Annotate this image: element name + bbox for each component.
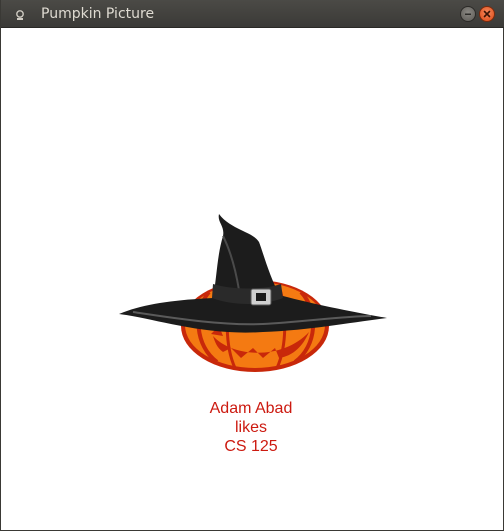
drawing-canvas: Adam Abad likes CS 125 (1, 28, 503, 530)
app-icon (14, 8, 26, 20)
witch-hat (119, 214, 387, 333)
minimize-icon (465, 13, 471, 15)
window-title: Pumpkin Picture (41, 6, 155, 22)
caption-line-name: Adam Abad (209, 400, 293, 417)
caption: Adam Abad likes CS 125 (151, 399, 351, 456)
close-icon (483, 10, 491, 18)
pumpkin-picture (119, 214, 387, 372)
minimize-button[interactable] (460, 6, 476, 22)
caption-line-course: CS 125 (224, 438, 278, 455)
close-button[interactable] (479, 6, 495, 22)
caption-line-likes: likes (234, 419, 267, 436)
app-window: Pumpkin Picture Adam Abad likes CS 125 (0, 0, 504, 531)
title-bar[interactable]: Pumpkin Picture (1, 0, 504, 28)
